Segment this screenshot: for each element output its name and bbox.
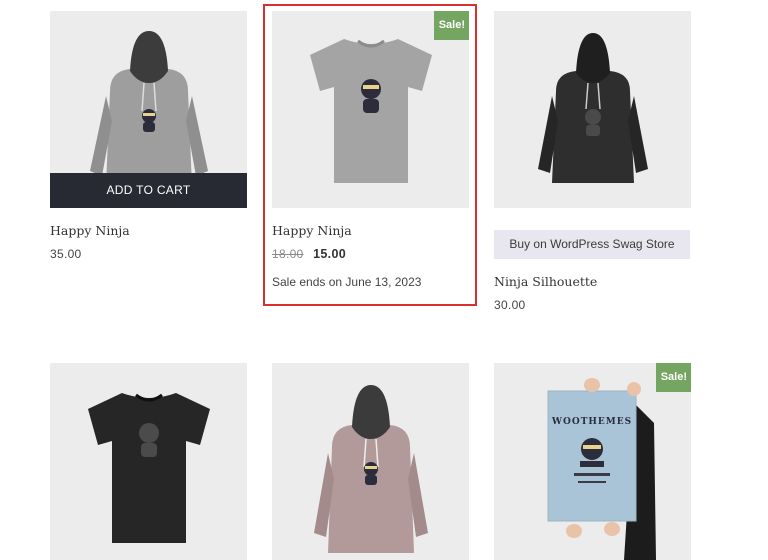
product-image[interactable]: Sale! (272, 11, 469, 208)
sale-price: 15.00 (313, 247, 346, 261)
poster-title: WOOTHEMES (551, 417, 633, 427)
product-title[interactable]: Ninja Silhouette (494, 274, 691, 289)
product-price: 30.00 (494, 298, 526, 312)
add-to-cart-button[interactable]: ADD TO CART (50, 173, 247, 208)
gray-tshirt-image (310, 39, 432, 183)
product-image[interactable] (272, 363, 469, 560)
product-card-happy-ninja-hoodie[interactable]: ADD TO CART Happy Ninja 35.00 (50, 11, 247, 261)
product-image[interactable]: WOOTHEMES Sale! (494, 363, 691, 560)
product-image[interactable] (50, 363, 247, 560)
product-card-happy-ninja-tshirt[interactable]: Sale! Happy Ninja 18.00 15.00 Sale ends … (272, 11, 469, 289)
product-price: 35.00 (50, 247, 82, 261)
sale-badge: Sale! (433, 11, 469, 40)
black-tshirt-image (88, 393, 210, 543)
old-price: 18.00 (272, 247, 304, 261)
product-image[interactable]: ADD TO CART (50, 11, 247, 208)
black-hoodie-image (538, 33, 648, 183)
product-title[interactable]: Happy Ninja (50, 223, 247, 238)
product-card-woothemes-poster[interactable]: WOOTHEMES Sale! (494, 363, 691, 560)
product-price: 18.00 15.00 (272, 247, 469, 261)
product-title[interactable]: Happy Ninja (272, 223, 469, 238)
buy-external-button[interactable]: Buy on WordPress Swag Store (494, 230, 690, 259)
sale-ends-text: Sale ends on June 13, 2023 (272, 275, 422, 289)
sale-badge: Sale! (655, 363, 691, 392)
mauve-hoodie-image (314, 385, 428, 553)
poster-image (547, 378, 656, 560)
product-card-ninja-silhouette[interactable]: Buy on WordPress Swag Store Ninja Silhou… (494, 11, 691, 312)
product-card-black-tshirt[interactable] (50, 363, 247, 560)
product-image[interactable] (494, 11, 691, 208)
product-card-mauve-hoodie[interactable] (272, 363, 469, 560)
